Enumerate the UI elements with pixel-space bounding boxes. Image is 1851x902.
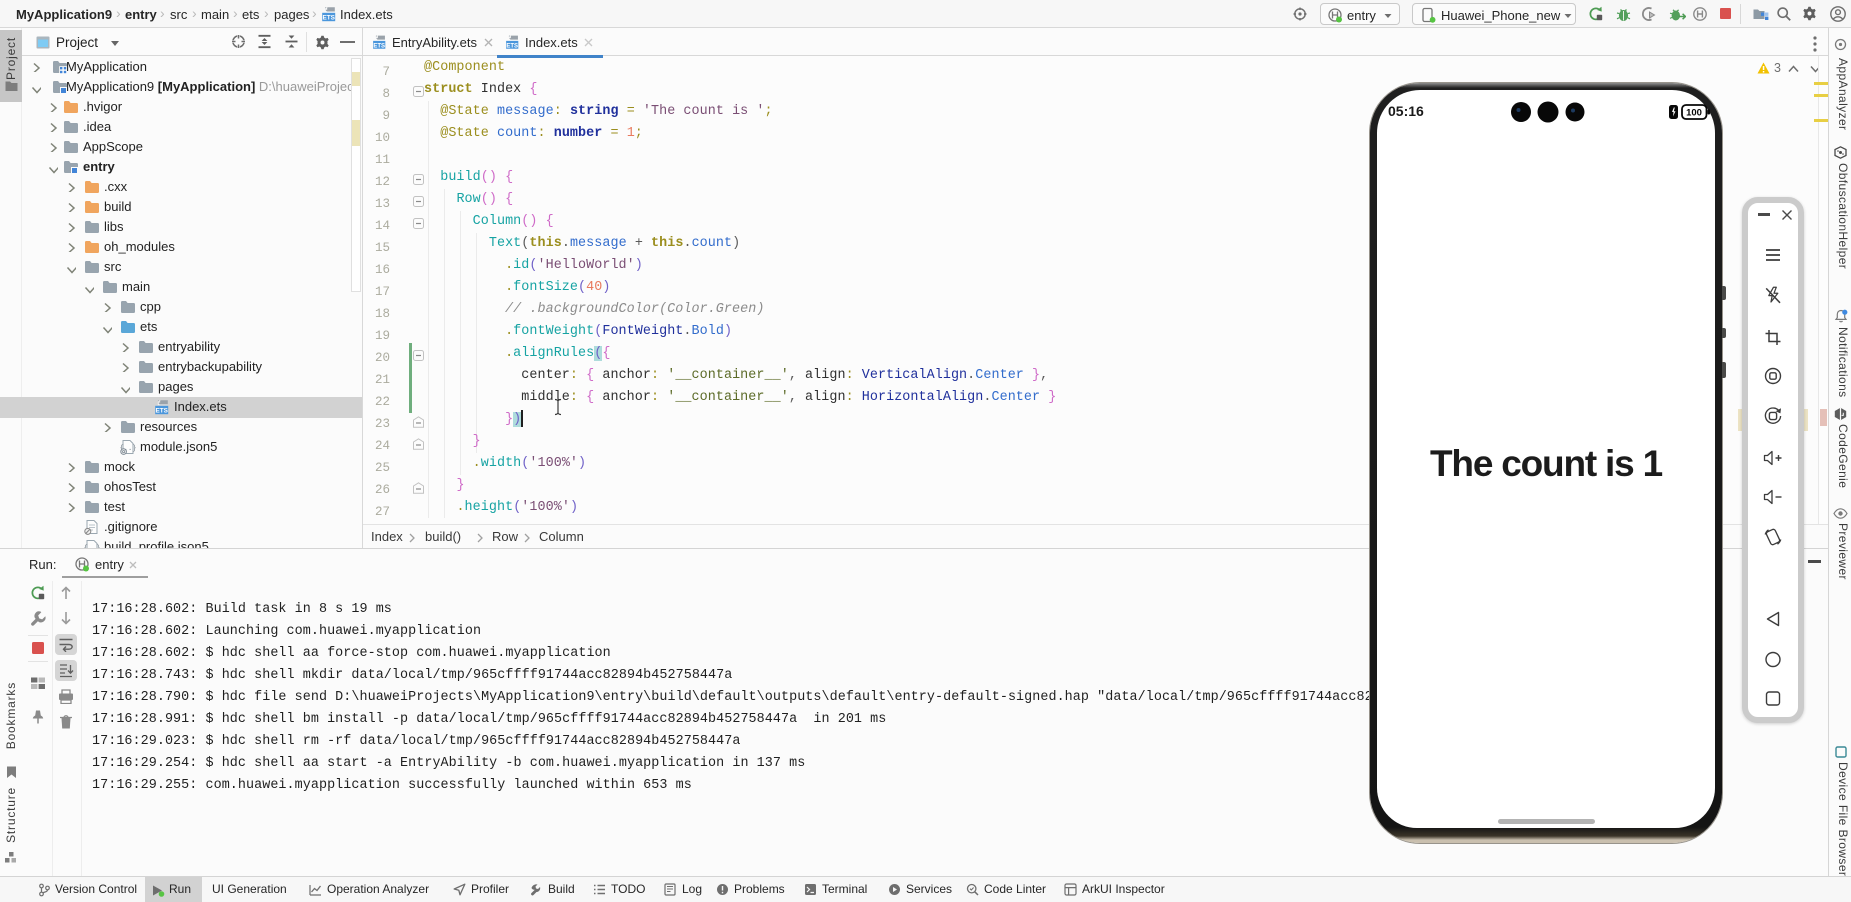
svg-text:100: 100 xyxy=(1686,108,1702,119)
